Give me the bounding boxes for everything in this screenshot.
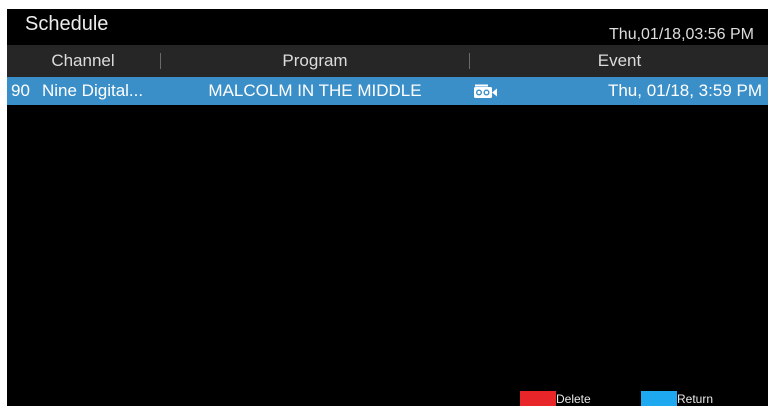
page-title: Schedule — [25, 13, 109, 35]
column-header-event: Event — [597, 51, 642, 70]
clock: Thu,01/18,03:56 PM — [609, 26, 754, 43]
channel-name: Nine Digital... — [42, 81, 144, 100]
delete-label: Delete — [556, 392, 591, 406]
table-header: Channel Program Event — [7, 45, 768, 77]
column-header-channel: Channel — [51, 51, 115, 70]
table-row[interactable]: 90 Nine Digital... MALCOLM IN THE MIDDLE… — [7, 77, 768, 105]
event-time: Thu, 01/18, 3:59 PM — [607, 81, 762, 100]
top-bar: Schedule Thu,01/18,03:56 PM — [7, 9, 768, 45]
red-key-icon — [520, 391, 556, 406]
column-divider — [469, 53, 470, 69]
blue-key-icon — [641, 391, 677, 406]
schedule-screen: Schedule Thu,01/18,03:56 PM Channel Prog… — [7, 9, 768, 406]
channel-number: 90 — [11, 81, 30, 100]
return-label: Return — [677, 392, 714, 406]
record-icon — [474, 77, 500, 105]
column-divider — [160, 53, 161, 69]
column-header-program: Program — [282, 51, 348, 70]
delete-key-hint[interactable]: Delete — [520, 391, 591, 406]
program-name: MALCOLM IN THE MIDDLE — [208, 81, 422, 100]
return-key-hint[interactable]: Return — [641, 391, 717, 406]
